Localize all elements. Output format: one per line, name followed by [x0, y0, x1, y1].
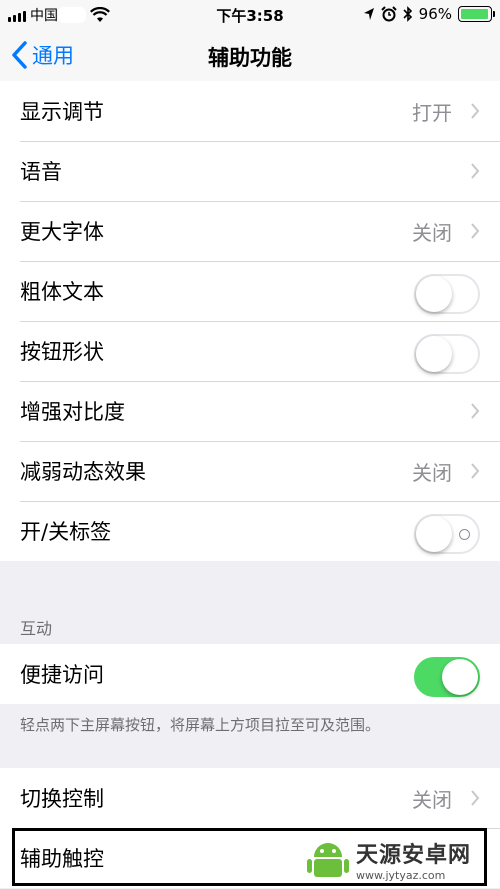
- row-label: 便捷访问: [20, 663, 104, 687]
- section-header-interaction: 互动: [20, 619, 53, 638]
- row-label: 更大字体: [20, 220, 104, 244]
- row-label: 按钮形状: [20, 340, 104, 364]
- reachability-toggle[interactable]: [414, 657, 480, 697]
- row-label: 显示调节: [20, 100, 104, 124]
- row-label: 开/关标签: [20, 520, 112, 544]
- watermark: 天源安卓网 www.jytyaz.com: [304, 829, 496, 889]
- row-on-off-labels: 开/关标签: [0, 501, 500, 561]
- off-label-ring-icon: [459, 529, 470, 540]
- bold-text-toggle[interactable]: [414, 274, 480, 314]
- battery-percent: 96%: [418, 5, 452, 23]
- toggle-knob: [416, 276, 452, 312]
- row-label: 切换控制: [20, 787, 104, 811]
- chevron-right-icon: [471, 163, 480, 179]
- toggle-knob: [416, 516, 452, 552]
- row-display-accommodations[interactable]: 显示调节 打开: [0, 81, 500, 141]
- location-arrow-icon: [363, 8, 374, 20]
- toggle-knob: [442, 659, 478, 695]
- settings-group-vision: 显示调节 打开 语音 更大字体 关闭 粗体文本 按钮形状 增强对比度 减弱动态效…: [0, 81, 500, 561]
- row-speech[interactable]: 语音: [0, 141, 500, 201]
- row-button-shapes: 按钮形状: [0, 321, 500, 381]
- row-larger-text[interactable]: 更大字体 关闭: [0, 201, 500, 261]
- row-label: 减弱动态效果: [20, 460, 146, 484]
- row-label: 粗体文本: [20, 280, 104, 304]
- android-logo-icon: [307, 843, 349, 877]
- status-right: 96%: [363, 5, 495, 23]
- button-shapes-toggle[interactable]: [414, 334, 480, 374]
- battery-fill: [461, 9, 488, 19]
- row-label: 增强对比度: [20, 400, 125, 424]
- chevron-right-icon: [471, 103, 480, 119]
- row-value: 关闭: [412, 787, 452, 812]
- page-title: 辅助功能: [208, 46, 292, 70]
- reachability-footer: 轻点两下主屏幕按钮，将屏幕上方项目拉至可及范围。: [20, 716, 381, 734]
- row-increase-contrast[interactable]: 增强对比度: [0, 381, 500, 441]
- chevron-right-icon: [471, 403, 480, 419]
- bluetooth-icon: [403, 6, 412, 22]
- status-bar: 中国 下午3:58 96%: [0, 0, 500, 30]
- watermark-title: 天源安卓网: [356, 842, 472, 868]
- row-value: 打开: [412, 100, 452, 125]
- watermark-text: 天源安卓网 www.jytyaz.com: [356, 837, 471, 882]
- row-reduce-motion[interactable]: 减弱动态效果 关闭: [0, 441, 500, 501]
- row-bold-text: 粗体文本: [0, 261, 500, 321]
- chevron-right-icon: [471, 223, 480, 239]
- chevron-right-icon: [471, 790, 480, 806]
- alarm-icon: [380, 6, 397, 22]
- settings-group-interaction: 便捷访问: [0, 644, 500, 704]
- watermark-url: www.jytyaz.com: [356, 868, 446, 882]
- battery-icon: [458, 6, 495, 22]
- chevron-right-icon: [471, 463, 480, 479]
- toggle-knob: [416, 336, 452, 372]
- row-label: 语音: [20, 160, 62, 184]
- on-off-labels-toggle[interactable]: [414, 514, 480, 554]
- row-value: 关闭: [412, 220, 452, 245]
- navigation-bar: 通用 辅助功能: [0, 30, 500, 85]
- row-switch-control[interactable]: 切换控制 关闭: [0, 768, 500, 828]
- row-value: 关闭: [412, 460, 452, 485]
- row-label: 辅助触控: [20, 847, 104, 871]
- row-reachability: 便捷访问: [0, 644, 500, 704]
